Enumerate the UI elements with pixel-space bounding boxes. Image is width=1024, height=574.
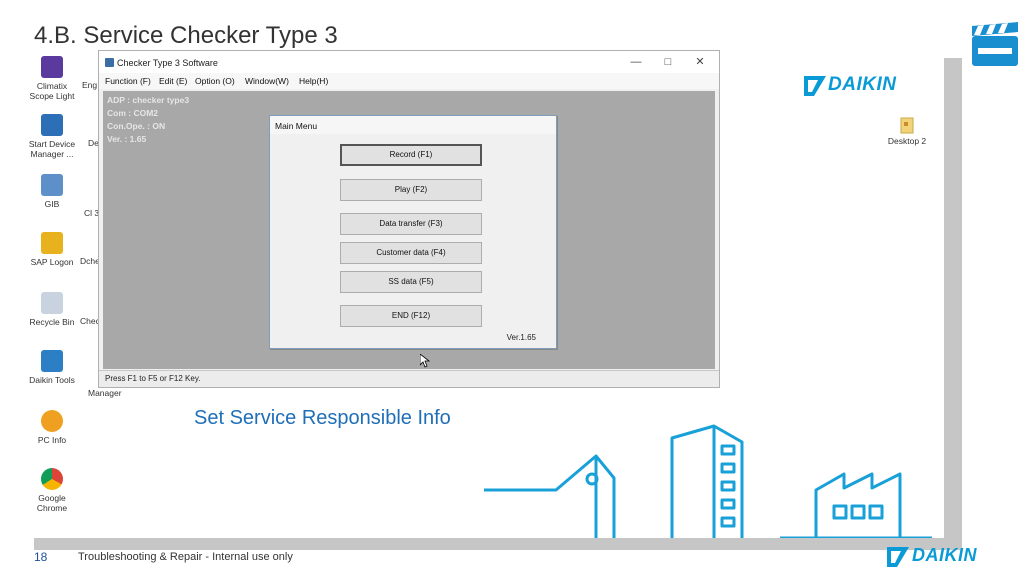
menu-help[interactable]: Help(H) [299, 76, 328, 86]
partial-label: Manager [88, 388, 122, 398]
data-transfer-button[interactable]: Data transfer (F3) [340, 213, 482, 235]
version-info: Ver. : 1.65 [107, 134, 147, 144]
com-info: Com : COM2 [107, 108, 158, 118]
app-client-area: ADP : checker type3 Com : COM2 Con.Ope. … [103, 91, 715, 369]
folder-icon [900, 117, 914, 134]
menu-option[interactable]: Option (O) [195, 76, 235, 86]
footer-text: Troubleshooting & Repair - Internal use … [78, 551, 293, 563]
checker-app-window: Checker Type 3 Software — □ ✕ Function (… [98, 50, 720, 388]
desktop-icon-gib[interactable]: GIB [26, 174, 78, 209]
statusbar-text: Press F1 to F5 or F12 Key. [105, 374, 201, 383]
daikin-logo-text: DAIKIN [828, 74, 897, 95]
city-illustration [484, 424, 932, 538]
desktop-icon-device-manager[interactable]: Start Device Manager ... [26, 114, 78, 159]
daikin-logo: DAIKIN [804, 74, 924, 98]
maximize-icon[interactable]: □ [661, 55, 675, 69]
daikin-logo-mark-icon [804, 76, 826, 96]
menu-edit[interactable]: Edit (E) [159, 76, 187, 86]
desktop-icon-sap-logon[interactable]: SAP Logon [26, 232, 78, 267]
dialog-title: Main Menu [275, 121, 318, 131]
record-button[interactable]: Record (F1) [340, 144, 482, 166]
adp-info: ADP : checker type3 [107, 95, 190, 105]
desktop-icon-chrome[interactable]: Google Chrome [26, 468, 78, 513]
desktop-icon-recycle-bin[interactable]: Recycle Bin [26, 292, 78, 327]
customer-data-button[interactable]: Customer data (F4) [340, 242, 482, 264]
recycle-bin-icon [41, 292, 63, 314]
menubar: Function (F) Edit (E) Option (O) Window(… [99, 73, 719, 89]
sap-icon [41, 232, 63, 254]
main-menu-dialog: Main Menu Record (F1) Play (F2) Data tra… [269, 115, 557, 349]
window-title: Checker Type 3 Software [117, 58, 218, 68]
window-titlebar[interactable]: Checker Type 3 Software — □ ✕ [99, 51, 719, 73]
gib-icon [41, 174, 63, 196]
con-ope-info: Con.Ope. : ON [107, 121, 166, 131]
daikin-logo-mark-icon [887, 547, 909, 567]
dialog-version: Ver.1.65 [506, 333, 536, 342]
device-manager-icon [41, 114, 63, 136]
slide-title: 4.B. Service Checker Type 3 [34, 22, 338, 49]
desktop-icon-pc-info[interactable]: PC Info [26, 410, 78, 445]
dialog-titlebar[interactable]: Main Menu [270, 116, 556, 134]
partial-label: Dche [80, 256, 100, 266]
slide-subtitle: Set Service Responsible Info [194, 407, 451, 429]
climatix-icon [41, 56, 63, 78]
daikin-tools-icon [41, 350, 63, 372]
footer-daikin-logo-text: DAIKIN [912, 545, 977, 565]
statusbar: Press F1 to F5 or F12 Key. [99, 370, 719, 387]
desktop-icon-climatix[interactable]: Climatix Scope Light [26, 56, 78, 101]
chrome-icon [41, 468, 63, 490]
footer-daikin-logo: DAIKIN [886, 544, 1006, 568]
desktop-icon-daikin-tools[interactable]: Daikin Tools [26, 350, 78, 385]
mouse-cursor-icon [420, 354, 430, 368]
minimize-icon[interactable]: — [629, 55, 643, 69]
desktop-screenshot: Climatix Scope Light Start Device Manage… [26, 50, 944, 538]
app-icon [105, 58, 114, 67]
clapperboard-icon [972, 22, 1018, 66]
pc-info-icon [41, 410, 63, 432]
desktop-icon-desktop2[interactable]: Desktop 2 [882, 116, 932, 146]
menu-function[interactable]: Function (F) [105, 76, 151, 86]
play-button[interactable]: Play (F2) [340, 179, 482, 201]
menu-window[interactable]: Window(W) [245, 76, 289, 86]
page-number: 18 [34, 550, 48, 564]
close-icon[interactable]: ✕ [693, 55, 707, 69]
ss-data-button[interactable]: SS data (F5) [340, 271, 482, 293]
end-button[interactable]: END (F12) [340, 305, 482, 327]
